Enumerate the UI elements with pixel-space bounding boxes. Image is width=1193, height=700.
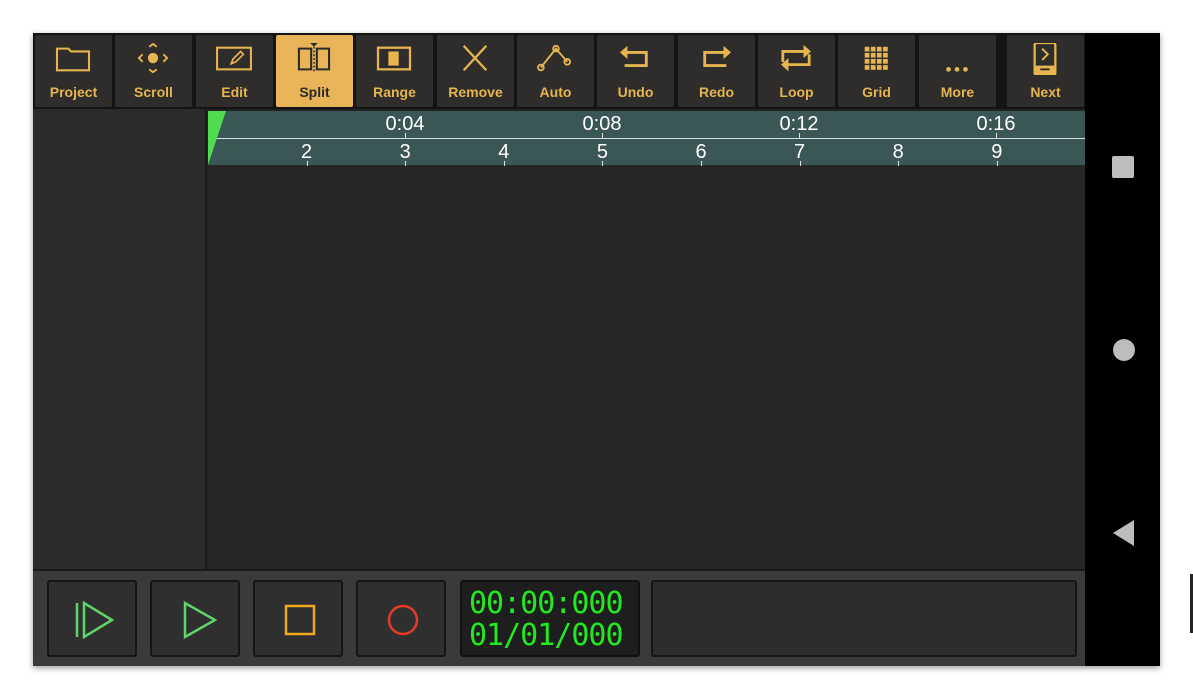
bar-tick: [405, 161, 407, 166]
toolbar-button-auto[interactable]: Auto: [517, 35, 594, 107]
stop-button[interactable]: [253, 580, 343, 657]
bar-tick: [602, 161, 604, 166]
track-area[interactable]: 0:04 0:08 0:12 0:16 2 3 4 5 6 7 8 9: [208, 109, 1193, 635]
android-nav-bar: [1085, 33, 1160, 666]
play-button[interactable]: [150, 580, 240, 657]
toolbar-button-undo[interactable]: Undo: [597, 35, 674, 107]
edit-icon: [216, 46, 252, 71]
toolbar-button-redo[interactable]: Redo: [678, 35, 755, 107]
time-tick: [996, 133, 997, 139]
timeline-ruler[interactable]: 0:04 0:08 0:12 0:16 2 3 4 5 6 7 8 9: [208, 109, 1085, 167]
screen: Project Scroll Edit Split Range Remove Auto Und…: [33, 33, 1193, 666]
add-track-button[interactable]: [1188, 572, 1193, 635]
back-icon[interactable]: [1113, 520, 1135, 546]
toolbar-button-label: Redo: [699, 84, 734, 100]
toolbar-button-range[interactable]: Range: [356, 35, 433, 107]
track-header-panel: [33, 109, 207, 569]
time-display: 00:00:000 01/01/000: [460, 580, 640, 657]
toolbar-button-scroll[interactable]: Scroll: [115, 35, 192, 107]
split-icon: [297, 43, 331, 72]
toolbar-button-next[interactable]: Next: [1007, 35, 1084, 107]
automation-icon: [537, 44, 571, 72]
more-icon: [946, 67, 968, 72]
toolbar-button-loop[interactable]: Loop: [758, 35, 835, 107]
toolbar-button-label: Undo: [617, 84, 654, 100]
toolbar-button-label: Scroll: [134, 84, 173, 100]
bar-tick: [996, 161, 998, 166]
toolbar-button-label: Next: [1030, 84, 1061, 100]
next-icon: [1033, 43, 1057, 75]
redo-icon: [703, 45, 732, 67]
toolbar-button-grid[interactable]: Grid: [838, 35, 915, 107]
record-button[interactable]: [356, 580, 446, 657]
playhead-marker[interactable]: [208, 111, 228, 167]
toolbar-button-split[interactable]: Split: [276, 35, 353, 107]
bar-tick: [503, 161, 505, 166]
transport-bar: 00:00:000 01/01/000: [33, 569, 1085, 666]
toolbar-button-label: Split: [299, 84, 330, 100]
record-icon: [387, 604, 419, 636]
play-icon: [183, 600, 217, 640]
toolbar-button-label: Loop: [779, 84, 814, 100]
home-icon[interactable]: [1112, 338, 1136, 362]
toolbar-button-project[interactable]: Project: [35, 35, 112, 107]
toolbar-button-label: More: [940, 84, 975, 100]
toolbar-button-label: Project: [49, 84, 98, 100]
bar-tick: [306, 161, 308, 166]
toolbar: Project Scroll Edit Split Range Remove Auto Und…: [33, 33, 1085, 109]
bar-tick: [799, 161, 801, 166]
time-readout: 00:00:000: [469, 586, 624, 621]
loop-icon: [780, 44, 812, 72]
toolbar-button-label: Range: [373, 84, 416, 100]
toolbar-button-edit[interactable]: Edit: [196, 35, 273, 107]
toolbar-button-label: Grid: [862, 84, 891, 100]
recents-icon[interactable]: [1111, 155, 1135, 179]
toolbar-button-label: Remove: [448, 84, 503, 100]
time-tick: [799, 133, 800, 139]
scroll-icon: [137, 43, 169, 74]
time-tick: [405, 133, 406, 139]
position-readout: 01/01/000: [469, 618, 624, 653]
toolbar-button-label: Edit: [221, 84, 248, 100]
play-from-start-button[interactable]: [47, 580, 137, 657]
toolbar-button-remove[interactable]: Remove: [437, 35, 514, 107]
play-from-start-icon: [75, 600, 114, 640]
grid-icon: [864, 46, 888, 70]
toolbar-button-more[interactable]: More: [919, 35, 996, 107]
ruler-divider: [208, 138, 1085, 139]
bar-tick: [701, 161, 702, 166]
stop-icon: [284, 604, 316, 636]
remove-icon: [462, 45, 488, 72]
folder-icon: [55, 47, 91, 72]
info-panel: [651, 580, 1077, 657]
toolbar-button-label: Auto: [539, 84, 572, 100]
bar-tick: [898, 161, 900, 166]
time-tick: [602, 133, 603, 139]
undo-icon: [619, 45, 648, 67]
range-icon: [376, 46, 412, 71]
